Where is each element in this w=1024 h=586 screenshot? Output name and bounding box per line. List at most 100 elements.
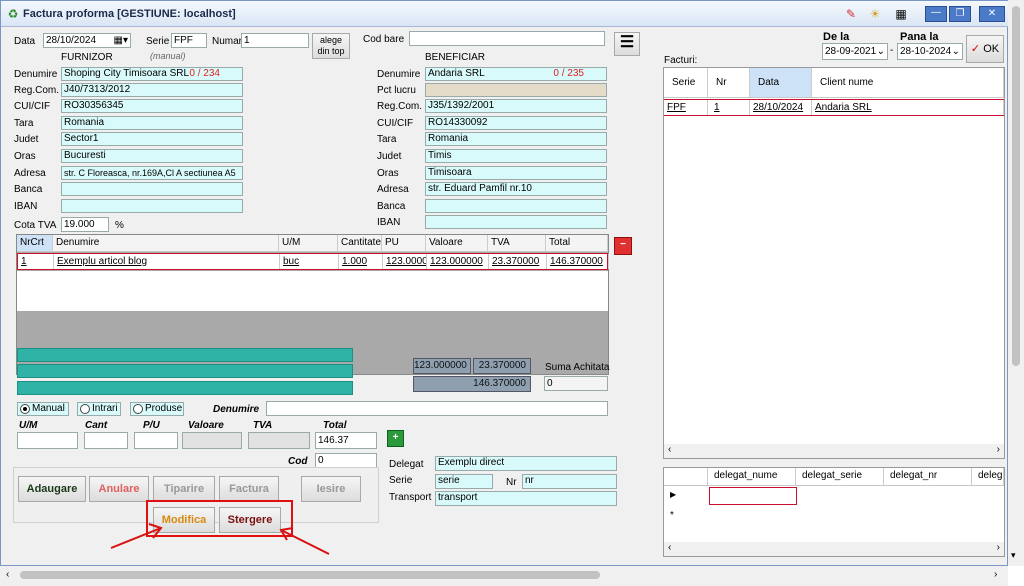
col-data[interactable]: Data — [750, 68, 812, 97]
entry-tva-input — [248, 432, 310, 449]
col-delegat-nume[interactable]: delegat_nume — [708, 468, 796, 485]
col-nrcrt[interactable]: NrCrt — [17, 235, 53, 251]
col-serie[interactable]: Serie — [664, 68, 708, 97]
invoices-grid[interactable]: Serie Nr Data Client nume FPF 1 28/10/20… — [663, 67, 1005, 459]
radio-manual[interactable]: Manual — [17, 402, 69, 416]
delegat-field[interactable]: Exemplu direct — [435, 456, 617, 471]
delegat-serie-field[interactable]: serie — [435, 474, 493, 489]
radio-intrari[interactable]: Intrari — [77, 402, 121, 416]
beneficiar-banca-field[interactable] — [425, 199, 607, 213]
scroll-right-icon[interactable]: › — [997, 542, 1000, 553]
col-pu[interactable]: PU — [382, 235, 426, 251]
beneficiar-regcom-field[interactable]: J35/1392/2001 — [425, 99, 607, 113]
furnizor-cui-label: CUI/CIF — [14, 101, 51, 112]
col-delegat-extra[interactable]: delega — [972, 468, 1004, 485]
adaugare-button[interactable]: Adaugare — [18, 476, 86, 502]
entry-pu-input[interactable] — [134, 432, 178, 449]
vscroll-thumb[interactable] — [1012, 6, 1020, 366]
scroll-right-icon[interactable]: › — [997, 444, 1000, 455]
beneficiar-cui-field[interactable]: RO14330092 — [425, 116, 607, 130]
invoice-row[interactable]: FPF 1 28/10/2024 Andaria SRL — [664, 99, 1004, 116]
radio-produse[interactable]: Produse — [130, 402, 184, 416]
furnizor-regcom-field[interactable]: J40/7313/2012 — [61, 83, 243, 97]
anulare-button[interactable]: Anulare — [89, 476, 149, 502]
maximize-button[interactable]: ❐ — [949, 6, 971, 22]
table-row[interactable]: 1 Exemplu articol blog buc 1.000 123.000… — [17, 253, 609, 270]
beneficiar-oras-field[interactable]: Timisoara — [425, 166, 607, 180]
tiparire-button[interactable]: Tiparire — [153, 476, 215, 502]
eraser-icon[interactable]: ✎ — [843, 7, 859, 21]
entry-denumire-input[interactable] — [266, 401, 608, 416]
entry-cant-input[interactable] — [84, 432, 128, 449]
beneficiar-tara-field[interactable]: Romania — [425, 132, 607, 146]
scroll-left-icon[interactable]: ‹ — [668, 542, 671, 553]
annotation-arrows — [110, 523, 330, 555]
furnizor-adresa-field[interactable]: str. C Floreasca, nr.169A,Cl A sectiunea… — [61, 166, 243, 180]
close-button[interactable]: ✕ — [979, 6, 1005, 22]
delegat-label: Delegat — [389, 459, 424, 470]
minimize-button[interactable]: — — [925, 6, 947, 22]
delegati-hscrollbar[interactable]: ‹ › — [664, 542, 1004, 556]
menu-button[interactable]: ☰ — [614, 32, 640, 56]
chevron-down-icon[interactable]: ⌄ — [877, 44, 885, 59]
date-picker[interactable]: 28/10/2024 ▦▾ — [43, 33, 131, 48]
transport-field[interactable]: transport — [435, 491, 617, 506]
calendar-dropdown-icon[interactable]: ▦▾ — [114, 34, 128, 47]
add-item-button[interactable]: + — [387, 430, 404, 447]
beneficiar-judet-field[interactable]: Timis — [425, 149, 607, 163]
furnizor-cui-field[interactable]: RO30356345 — [61, 99, 243, 113]
delegat-nr-field[interactable]: nr — [522, 474, 617, 489]
col-um[interactable]: U/M — [279, 235, 338, 251]
scroll-down-icon[interactable]: ▾ — [1011, 550, 1016, 561]
scroll-left-icon[interactable]: ‹ — [6, 569, 9, 580]
cota-tva-input[interactable]: 19.000 — [61, 217, 109, 232]
numar-input[interactable]: 1 — [241, 33, 309, 48]
furnizor-banca-field[interactable] — [61, 182, 243, 196]
chevron-down-icon[interactable]: ⌄ — [952, 44, 960, 59]
refresh-icon[interactable]: ☀ — [867, 7, 883, 21]
cod-bare-label: Cod bare — [363, 34, 405, 45]
furnizor-oras-field[interactable]: Bucuresti — [61, 149, 243, 163]
entry-um-input[interactable] — [17, 432, 78, 449]
col-cantitate[interactable]: Cantitate — [338, 235, 382, 251]
calendar-icon[interactable]: ▦ — [893, 7, 909, 21]
pana-la-date-picker[interactable]: 28-10-2024 ⌄ — [897, 43, 963, 60]
col-total[interactable]: Total — [546, 235, 608, 251]
scroll-right-icon[interactable]: › — [994, 569, 997, 580]
beneficiar-denumire-field[interactable]: Andaria SRL 0 / 235 — [425, 67, 607, 81]
entry-tva-label: TVA — [253, 420, 273, 431]
col-tva[interactable]: TVA — [488, 235, 546, 251]
factura-button[interactable]: Factura — [219, 476, 279, 502]
iesire-button[interactable]: Iesire — [301, 476, 361, 502]
beneficiar-adresa-field[interactable]: str. Eduard Pamfil nr.10 — [425, 182, 607, 196]
beneficiar-pct-field[interactable] — [425, 83, 607, 97]
furnizor-judet-field[interactable]: Sector1 — [61, 132, 243, 146]
suma-achitata-input[interactable]: 0 — [544, 376, 608, 391]
page-hscrollbar[interactable]: ‹ › — [0, 566, 1008, 586]
serie-input[interactable]: FPF — [171, 33, 207, 48]
col-client[interactable]: Client nume — [812, 68, 1004, 97]
cod-bare-input[interactable] — [409, 31, 605, 46]
ok-button[interactable]: ✓ OK — [966, 35, 1004, 63]
delete-row-button[interactable]: − — [614, 237, 632, 255]
beneficiar-denumire-value: Andaria SRL — [428, 68, 485, 79]
entry-total-input[interactable]: 146.37 — [315, 432, 377, 449]
col-delegat-serie[interactable]: delegat_serie — [796, 468, 884, 485]
delegati-grid[interactable]: delegat_nume delegat_serie delegat_nr de… — [663, 467, 1005, 557]
de-la-date-picker[interactable]: 28-09-2021 ⌄ — [822, 43, 888, 60]
furnizor-iban-field[interactable] — [61, 199, 243, 213]
col-nr[interactable]: Nr — [708, 68, 750, 97]
scroll-left-icon[interactable]: ‹ — [668, 444, 671, 455]
furnizor-denumire-field[interactable]: Shoping City Timisoara SRL 0 / 234 — [61, 67, 243, 81]
furnizor-tara-field[interactable]: Romania — [61, 116, 243, 130]
invoices-hscrollbar[interactable]: ‹ › — [664, 444, 1004, 458]
col-valoare[interactable]: Valoare — [426, 235, 488, 251]
col-delegat-nr[interactable]: delegat_nr — [884, 468, 972, 485]
info-bar-3 — [17, 381, 353, 395]
col-denumire[interactable]: Denumire — [53, 235, 279, 251]
page-vscrollbar[interactable]: ▾ — [1008, 0, 1024, 566]
hscroll-thumb[interactable] — [20, 571, 600, 579]
delegat-edit-cell[interactable] — [709, 487, 797, 505]
alege-din-top-button[interactable]: alege din top — [312, 33, 350, 59]
beneficiar-iban-field[interactable] — [425, 215, 607, 229]
